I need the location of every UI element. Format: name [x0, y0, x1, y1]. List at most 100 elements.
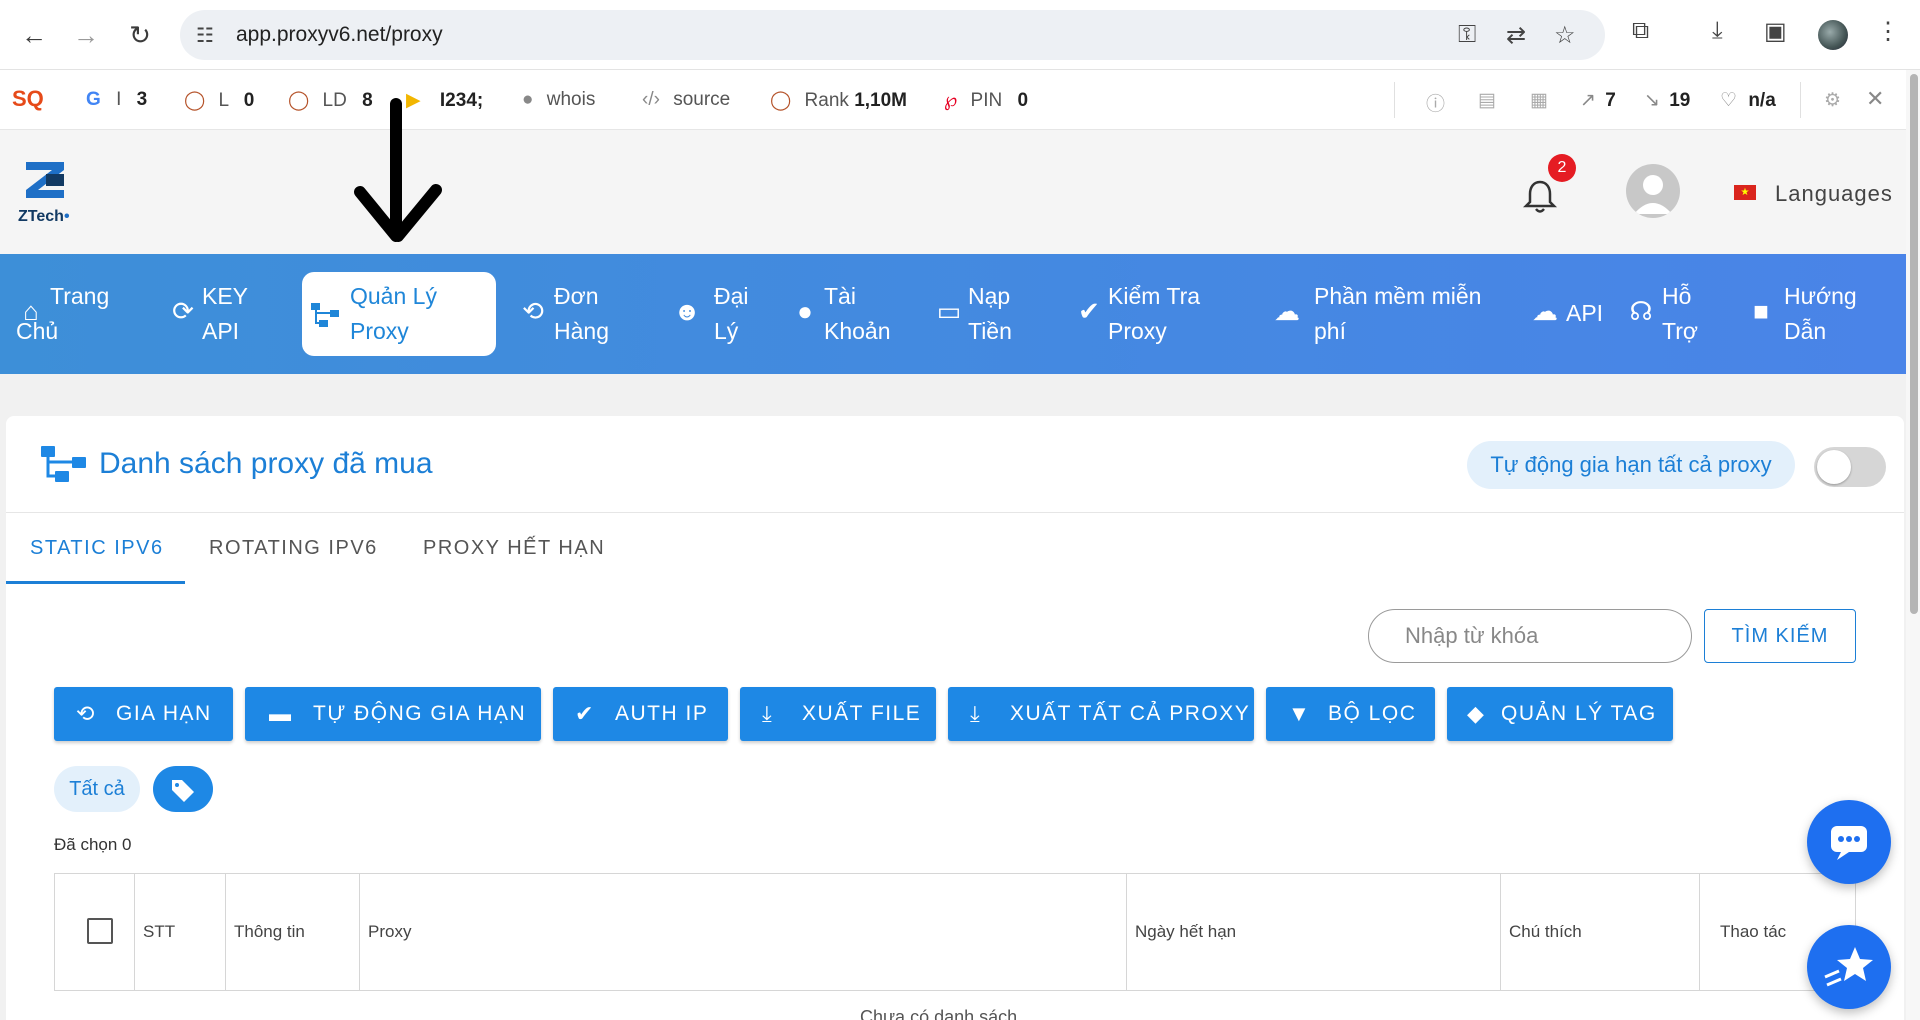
avatar[interactable] [1626, 164, 1680, 218]
info-icon[interactable]: ⓘ [1426, 89, 1445, 116]
export-file-button[interactable]: ⤓ XUẤT FILE [740, 687, 936, 741]
nav-line2: Lý [714, 318, 739, 344]
column-info[interactable]: Thông tin [226, 874, 360, 990]
sync-icon: ⟳ [172, 296, 194, 326]
health-metric[interactable]: ♡ n/a [1720, 89, 1776, 112]
tab-rotating-ipv6[interactable]: ROTATING IPV6 [209, 537, 378, 560]
logo-dot: • [63, 208, 70, 225]
nav-api[interactable]: ☁ API [1530, 274, 1620, 354]
nav-line2: Chủ [16, 318, 59, 344]
back-icon[interactable]: ← [16, 17, 52, 53]
profile-avatar[interactable] [1818, 20, 1848, 50]
star-icon[interactable]: ☆ [1554, 21, 1576, 50]
nav-tai-khoan[interactable]: ● Tài Khoản [790, 274, 910, 354]
nav-key-api[interactable]: ⟳ KEY API [168, 274, 268, 354]
rank-label: Rank [804, 90, 849, 111]
nav-line1: KEY [202, 283, 249, 309]
nav-huong-dan[interactable]: ■ Hướng Dẫn [1746, 274, 1886, 354]
seo-toolbar: SQ G I 3 ◯ L 0 ◯ LD 8 ▶ I234; ● whois ‹/… [0, 70, 1920, 130]
nav-quan-ly-proxy[interactable]: Quản Lý Proxy [302, 272, 496, 356]
filter-button[interactable]: ▼ BỘ LỌC [1266, 687, 1435, 741]
menu-icon[interactable]: ⋮ [1876, 17, 1900, 46]
search-input[interactable] [1368, 609, 1692, 663]
nav-line1: Đơn [554, 283, 599, 309]
nav-line2: Dẫn [1784, 318, 1827, 344]
chat-button[interactable] [1807, 800, 1891, 884]
source-label: source [673, 89, 731, 110]
reload-icon[interactable]: ↻ [122, 17, 158, 53]
proxy-table: STT Thông tin Proxy Ngày hết hạn Chú thí… [54, 873, 1856, 991]
gear-icon[interactable]: ⚙ [1824, 89, 1841, 112]
export-all-label: XUẤT TẤT CẢ PROXY [1010, 702, 1251, 725]
quick-action-button[interactable] [1807, 925, 1891, 1009]
export-file-label: XUẤT FILE [802, 702, 922, 725]
download-icon[interactable]: ⤓ [1712, 17, 1723, 45]
nav-phan-mem-mien-phi[interactable]: ☁ Phần mềm miễn phí [1272, 274, 1492, 354]
close-icon[interactable]: ✕ [1866, 86, 1884, 112]
key-icon[interactable]: ⚿ [1458, 21, 1476, 49]
nav-trang-chu[interactable]: ⌂ Trang Chủ [16, 274, 136, 354]
health-value: n/a [1748, 90, 1776, 111]
page-title: Danh sách proxy đã mua [99, 447, 433, 480]
source-link[interactable]: ‹/› source [642, 89, 730, 111]
seoquake-logo[interactable]: SQ [12, 86, 44, 112]
scrollbar-thumb[interactable] [1910, 74, 1918, 614]
nav-kiem-tra-proxy[interactable]: ✔ Kiểm Tra Proxy [1074, 274, 1224, 354]
column-stt[interactable]: STT [135, 874, 226, 990]
auto-renew-all-label[interactable]: Tự động gia hạn tất cả proxy [1467, 441, 1795, 489]
address-bar[interactable]: ☷ app.proxyv6.net/proxy ⚿ ⇄ ☆ [180, 10, 1605, 60]
diagnosis-icon[interactable]: ▦ [1530, 89, 1548, 112]
ztech-logo-icon[interactable] [24, 160, 70, 200]
bell-icon[interactable] [1520, 176, 1560, 216]
ld-label: LD [322, 90, 347, 111]
rank-metric[interactable]: ◯ Rank 1,10M [770, 89, 907, 112]
nav-ho-tro[interactable]: ☊ Hỗ Trợ [1626, 274, 1726, 354]
nav-don-hang[interactable]: ⟲ Đơn Hàng [518, 274, 628, 354]
auth-ip-button[interactable]: ✔ AUTH IP [553, 687, 728, 741]
external-links[interactable]: ↗ 7 [1580, 89, 1616, 112]
tab-static-ipv6[interactable]: STATIC IPV6 [30, 537, 164, 560]
renew-button[interactable]: ⟲ GIA HẠN [54, 687, 233, 741]
column-expiry-date[interactable]: Ngày hết hạn [1127, 874, 1501, 990]
internal-links[interactable]: ↘ 19 [1644, 89, 1690, 112]
select-all-checkbox[interactable] [87, 918, 113, 944]
nav-line1: Quản Lý [350, 283, 437, 309]
whois-link[interactable]: ● whois [522, 89, 595, 111]
tab-proxy-het-han[interactable]: PROXY HẾT HẠN [423, 537, 605, 560]
languages-selector[interactable]: Languages [1775, 181, 1893, 207]
density-icon[interactable]: ▤ [1478, 89, 1496, 112]
history-icon: ⟲ [76, 701, 96, 726]
translate-icon[interactable]: ⇄ [1506, 21, 1526, 50]
circle-icon: ◯ [770, 90, 792, 111]
column-note[interactable]: Chú thích [1501, 874, 1700, 990]
l-label: L [218, 90, 229, 111]
search-button[interactable]: TÌM KIẾM [1704, 609, 1856, 663]
nav-dai-ly[interactable]: ☻ Đại Lý [672, 274, 782, 354]
wallet-icon: ▭ [936, 296, 962, 326]
nav-line1: Phần mềm miễn [1314, 283, 1482, 309]
tag-filter-chip[interactable] [153, 766, 213, 812]
filter-chip-all[interactable]: Tất cả [54, 766, 140, 812]
nav-nap-tien[interactable]: ▭ Nạp Tiền [934, 274, 1054, 354]
nav-line1: Đại [714, 283, 749, 309]
pin-metric[interactable]: ℘ PIN 0 [944, 89, 1028, 112]
sidepanel-icon[interactable]: ▣ [1764, 17, 1787, 46]
vietnam-flag-icon: ★ [1734, 185, 1756, 200]
manage-tag-button[interactable]: ◆ QUẢN LÝ TAG [1447, 687, 1673, 741]
down-arrow-annotation [354, 98, 442, 242]
manage-tag-label: QUẢN LÝ TAG [1501, 702, 1657, 725]
rank-value: 1,10M [854, 90, 907, 111]
l-value: 0 [243, 90, 255, 111]
google-index[interactable]: G I 3 [86, 89, 147, 111]
auto-renew-toggle[interactable] [1814, 447, 1886, 487]
tune-icon[interactable]: ☷ [196, 23, 214, 48]
external-links-value: 7 [1605, 90, 1616, 111]
export-all-button[interactable]: ⤓ XUẤT TẤT CẢ PROXY [948, 687, 1254, 741]
extensions-icon[interactable]: ⧉ [1632, 17, 1649, 45]
column-proxy[interactable]: Proxy [360, 874, 1127, 990]
forward-icon[interactable]: → [68, 17, 104, 53]
user-silhouette-icon [1634, 175, 1672, 214]
video-icon: ■ [1753, 296, 1769, 326]
auto-renew-button[interactable]: ▬ TỰ ĐỘNG GIA HẠN [245, 687, 541, 741]
l-metric[interactable]: ◯ L 0 [184, 89, 254, 112]
